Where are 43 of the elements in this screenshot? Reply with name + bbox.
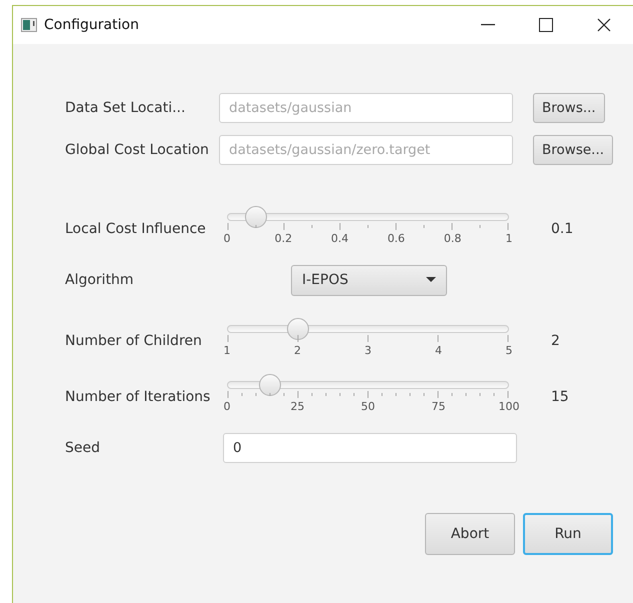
field-label: Global Cost Location bbox=[65, 140, 210, 160]
tick-label: 5 bbox=[506, 343, 512, 359]
tick-label: 1 bbox=[506, 231, 512, 247]
slider[interactable]: 0 25 50 75 100 bbox=[217, 377, 519, 417]
slider-thumb[interactable] bbox=[287, 318, 309, 340]
value-reading: 15 bbox=[551, 388, 569, 406]
browse-button[interactable]: Browse... bbox=[533, 135, 614, 165]
dialog-button[interactable]: Abort bbox=[425, 513, 515, 555]
caret-icon bbox=[426, 277, 436, 283]
setting-label: Algorithm bbox=[65, 270, 135, 290]
tick-label: 2 bbox=[294, 343, 301, 359]
browse-button[interactable]: Brows... bbox=[533, 93, 605, 123]
tick-label: 3 bbox=[364, 343, 372, 359]
algorithm-dropdown[interactable]: I-EPOS bbox=[291, 264, 447, 296]
value-reading: 2 bbox=[551, 332, 560, 350]
tick-label: 50 bbox=[361, 399, 375, 415]
app-icon bbox=[21, 18, 37, 32]
tick-label: 100 bbox=[498, 399, 520, 415]
tick-label: 4 bbox=[435, 343, 442, 359]
tick-label: 0.6 bbox=[387, 231, 405, 247]
dialog-button[interactable]: Run bbox=[523, 513, 613, 555]
tick-label: 25 bbox=[290, 399, 304, 415]
tick-label: 75 bbox=[432, 399, 446, 415]
setting-label: Number of Children bbox=[65, 332, 203, 350]
seed-field[interactable]: 0 bbox=[223, 433, 517, 463]
window-title: Configuration bbox=[44, 16, 139, 34]
tick-label: 1 bbox=[224, 343, 230, 359]
slider-thumb[interactable] bbox=[259, 374, 281, 396]
slider[interactable]: 0 0.2 0.4 0.6 0.8 1 bbox=[217, 209, 519, 249]
tick-label: 0 bbox=[224, 231, 230, 247]
slider-thumb[interactable] bbox=[245, 206, 267, 228]
setting-label: Number of Iterations bbox=[65, 388, 212, 406]
tick-label: 0.8 bbox=[444, 231, 462, 247]
setting-label: Seed bbox=[65, 438, 101, 458]
path-field[interactable]: datasets/gaussian/zero.target bbox=[219, 135, 513, 165]
path-field[interactable]: datasets/gaussian bbox=[219, 93, 513, 123]
tick-label: 0.2 bbox=[274, 231, 292, 247]
field-label: Data Set Locati... bbox=[65, 98, 186, 118]
tick-label: 0 bbox=[224, 399, 230, 415]
tick-label: 0.4 bbox=[331, 231, 349, 247]
value-reading: 0.1 bbox=[551, 220, 574, 238]
setting-label: Local Cost Influence bbox=[65, 220, 207, 238]
slider[interactable]: 1 2 3 4 5 bbox=[217, 321, 519, 361]
